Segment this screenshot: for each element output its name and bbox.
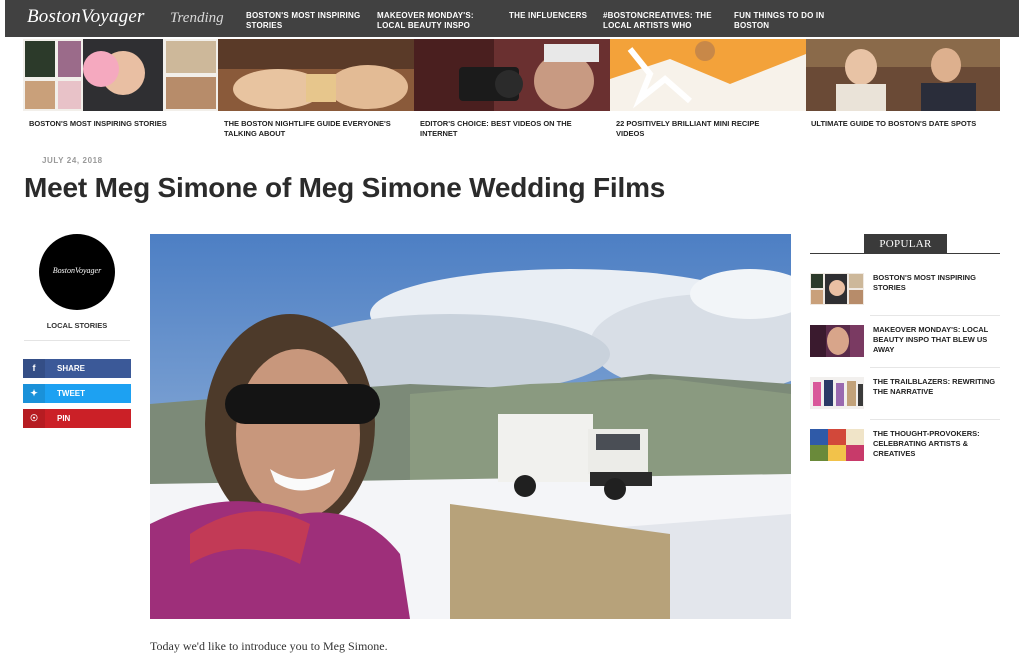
share-pinterest-button[interactable]: ☉ PIN — [23, 409, 131, 428]
divider — [870, 419, 1000, 420]
nav-link-makeover-monday[interactable]: MAKEOVER MONDAY'S: LOCAL BEAUTY INSPO — [377, 11, 495, 31]
divider — [870, 367, 1000, 368]
featured-caption-recipes[interactable]: 22 POSITIVELY BRILLIANT MINI RECIPE VIDE… — [616, 119, 786, 138]
nav-link-influencers[interactable]: THE INFLUENCERS — [509, 11, 594, 21]
share-twitter-label: TWEET — [57, 389, 85, 398]
nav-link-inspiring-stories[interactable]: BOSTON'S MOST INSPIRING STORIES — [246, 11, 371, 31]
featured-caption-inspiring[interactable]: BOSTON'S MOST INSPIRING STORIES — [29, 119, 214, 129]
divider — [24, 340, 130, 341]
popular-thumb-makeover[interactable] — [810, 325, 864, 357]
featured-thumb-recipes[interactable] — [610, 39, 806, 111]
avatar-logo-text: BostonVoyager — [52, 266, 102, 275]
featured-caption-nightlife[interactable]: THE BOSTON NIGHTLIFE GUIDE EVERYONE'S TA… — [224, 119, 409, 138]
popular-item-makeover[interactable]: MAKEOVER MONDAY'S: LOCAL BEAUTY INSPO TH… — [873, 325, 1003, 355]
trending-label: Trending — [170, 10, 224, 26]
popular-thumb-thought-provokers[interactable] — [810, 429, 864, 461]
featured-thumb-inspiring[interactable] — [23, 39, 218, 111]
site-logo[interactable]: BostonVoyager — [27, 6, 145, 28]
featured-caption-videos[interactable]: EDITOR'S CHOICE: BEST VIDEOS ON THE INTE… — [420, 119, 590, 138]
share-twitter-button[interactable]: ✦ TWEET — [23, 384, 131, 403]
article-date: JULY 24, 2018 — [42, 156, 103, 165]
popular-thumb-trailblazers[interactable] — [810, 377, 864, 409]
nav-link-fun-things[interactable]: FUN THINGS TO DO IN BOSTON — [734, 11, 834, 31]
article-title: Meet Meg Simone of Meg Simone Wedding Fi… — [24, 172, 666, 203]
popular-heading: POPULAR — [864, 234, 947, 254]
pinterest-icon: ☉ — [23, 409, 45, 428]
article-hero-image — [150, 234, 791, 619]
article-intro: Today we'd like to introduce you to Meg … — [150, 639, 388, 653]
share-facebook-button[interactable]: f SHARE — [23, 359, 131, 378]
facebook-icon: f — [23, 359, 45, 378]
popular-item-inspiring[interactable]: BOSTON'S MOST INSPIRING STORIES — [873, 273, 1003, 293]
author-label[interactable]: LOCAL STORIES — [24, 321, 130, 330]
divider — [870, 315, 1000, 316]
featured-caption-date-spots[interactable]: ULTIMATE GUIDE TO BOSTON'S DATE SPOTS — [811, 119, 1001, 129]
popular-thumb-inspiring[interactable] — [810, 273, 864, 305]
top-nav-bar: BostonVoyager Trending BOSTON'S MOST INS… — [5, 0, 1019, 37]
featured-thumb-nightlife[interactable] — [218, 39, 414, 111]
popular-item-thought-provokers[interactable]: THE THOUGHT-PROVOKERS: CELEBRATING ARTIS… — [873, 429, 1003, 459]
nav-link-boston-creatives[interactable]: #BOSTONCREATIVES: THE LOCAL ARTISTS WHO — [603, 11, 723, 31]
author-avatar[interactable]: BostonVoyager — [39, 234, 115, 310]
featured-thumb-videos[interactable] — [414, 39, 610, 111]
share-pinterest-label: PIN — [57, 414, 71, 423]
featured-thumb-date-spots[interactable] — [806, 39, 1000, 111]
popular-item-trailblazers[interactable]: THE TRAILBLAZERS: REWRITING THE NARRATIV… — [873, 377, 1003, 397]
share-facebook-label: SHARE — [57, 364, 86, 373]
twitter-icon: ✦ — [23, 384, 45, 403]
